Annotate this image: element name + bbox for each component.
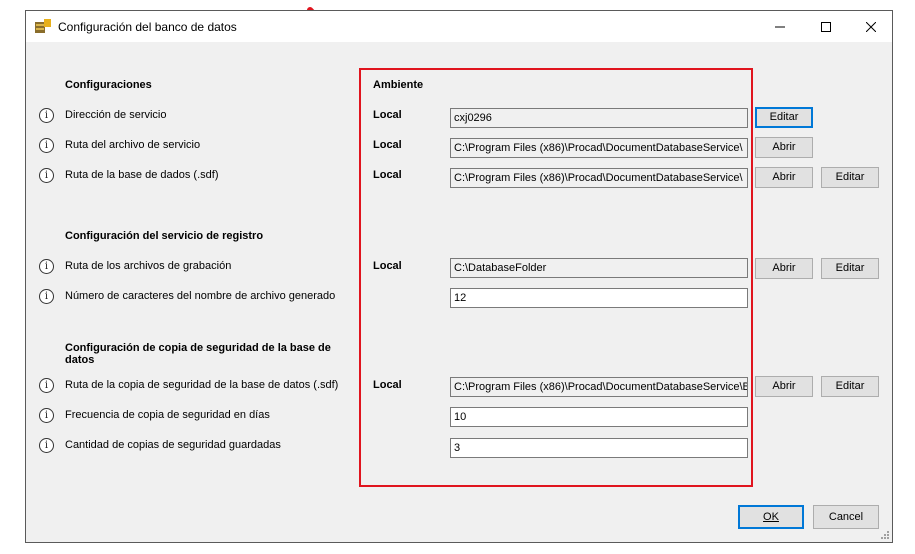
edit-ruta-copia-seguridad-button[interactable]: Editar (821, 376, 879, 397)
minimize-icon (775, 26, 785, 27)
section-header-servicio-registro: Configuración del servicio de registro (65, 230, 264, 242)
info-icon[interactable]: i (39, 108, 54, 123)
maximize-icon (821, 21, 831, 32)
label-ruta-copia-seguridad: Ruta de la copia de seguridad de la base… (65, 379, 339, 391)
info-icon[interactable]: i (39, 259, 54, 274)
close-button[interactable] (848, 11, 894, 42)
info-icon[interactable]: i (39, 168, 54, 183)
label-direccion-servicio: Dirección de servicio (65, 109, 167, 121)
close-icon (866, 21, 876, 32)
section-header-copia-seguridad-line1: Configuración de copia de seguridad de l… (65, 342, 331, 354)
edit-ruta-archivos-grabacion-button[interactable]: Editar (821, 258, 879, 279)
highlight-box-ambiente (359, 68, 753, 487)
info-icon[interactable]: i (39, 378, 54, 393)
open-ruta-copia-seguridad-button[interactable]: Abrir (755, 376, 813, 397)
edit-ruta-base-datos-button[interactable]: Editar (821, 167, 879, 188)
maximize-button[interactable] (803, 11, 849, 42)
edit-direccion-servicio-button[interactable]: Editar (755, 107, 813, 128)
label-cantidad-copias: Cantidad de copias de seguridad guardada… (65, 439, 281, 451)
info-icon[interactable]: i (39, 408, 54, 423)
open-ruta-archivos-grabacion-button[interactable]: Abrir (755, 258, 813, 279)
title-bar[interactable]: Configuración del banco de datos (26, 11, 892, 42)
label-numero-caracteres: Número de caracteres del nombre de archi… (65, 290, 336, 302)
info-icon[interactable]: i (39, 138, 54, 153)
open-ruta-base-datos-button[interactable]: Abrir (755, 167, 813, 188)
ok-button[interactable]: OK (738, 505, 804, 529)
resize-grip-icon[interactable] (880, 530, 890, 540)
database-app-icon (35, 19, 51, 33)
section-header-configuraciones: Configuraciones (65, 79, 152, 91)
label-ruta-base-datos: Ruta de la base de dados (.sdf) (65, 169, 219, 181)
cancel-button[interactable]: Cancel (813, 505, 879, 529)
label-ruta-archivos-grabacion: Ruta de los archivos de grabación (65, 260, 232, 272)
section-header-copia-seguridad-line2: datos (65, 354, 95, 366)
open-ruta-archivo-servicio-button[interactable]: Abrir (755, 137, 813, 158)
window-title: Configuración del banco de datos (58, 20, 237, 34)
label-ruta-archivo-servicio: Ruta del archivo de servicio (65, 139, 201, 151)
dialog-window: Configuración del banco de datos Configu… (25, 10, 893, 543)
info-icon[interactable]: i (39, 438, 54, 453)
info-icon[interactable]: i (39, 289, 54, 304)
minimize-button[interactable] (757, 11, 803, 42)
label-frecuencia-copia: Frecuencia de copia de seguridad en días (65, 409, 270, 421)
